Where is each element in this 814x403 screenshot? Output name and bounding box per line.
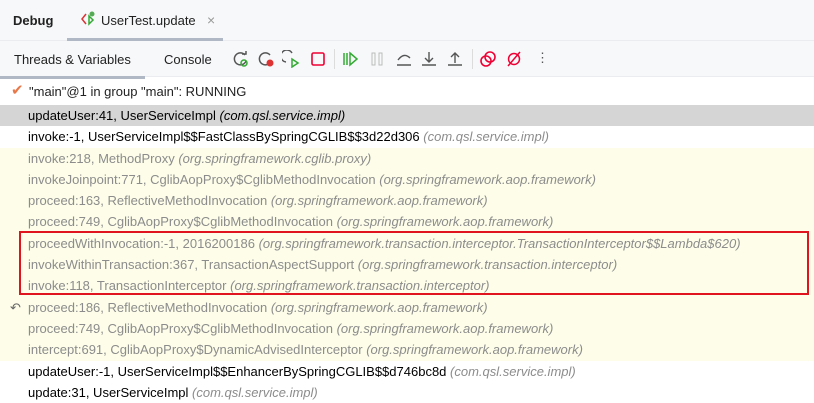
frame-package: (org.springframework.transaction.interce… [230, 278, 490, 294]
stack-frame[interactable]: invoke:218, MethodProxy (org.springframe… [0, 147, 814, 169]
stack-frame[interactable]: invoke:-1, UserServiceImpl$$FastClassByS… [0, 126, 814, 147]
frame-package: (org.springframework.cglib.proxy) [178, 150, 372, 166]
frame-package: (com.qsl.service.impl) [219, 108, 346, 123]
frame-method: proceed:749, CglibAopProxy$CglibMethodIn… [28, 320, 333, 336]
stop-icon[interactable] [309, 50, 327, 68]
junit-debug-icon [81, 11, 95, 26]
pause-icon[interactable] [368, 50, 386, 68]
rerun-icon[interactable] [232, 50, 250, 68]
stack-frame[interactable]: invoke:118, TransactionInterceptor (org.… [0, 275, 814, 297]
step-out-icon[interactable] [446, 50, 464, 68]
stack-frame[interactable]: updateUser:-1, UserServiceImpl$$Enhancer… [0, 361, 814, 382]
stack-frame[interactable]: updateUser:41, UserServiceImpl (com.qsl.… [0, 105, 814, 127]
frame-package: (org.springframework.aop.framework) [270, 299, 488, 315]
frame-package: (org.springframework.aop.framework) [379, 171, 596, 187]
stack-frames-list: updateUser:41, UserServiceImpl (com.qsl.… [0, 105, 814, 403]
toolbar-separator [334, 49, 335, 69]
drop-frame-icon[interactable]: ↶ [10, 297, 21, 318]
frame-package: (org.springframework.transaction.interce… [258, 235, 741, 251]
frame-method: update:31, UserServiceImpl [28, 384, 189, 400]
resume-icon[interactable] [341, 50, 359, 68]
stack-frame[interactable]: proceedWithInvocation:-1, 2016200186 (or… [0, 232, 814, 255]
step-into-icon[interactable] [420, 50, 438, 68]
rerun-auto-icon[interactable] [282, 50, 300, 68]
stack-frame[interactable]: invokeJoinpoint:771, CglibAopProxy$Cglib… [0, 168, 814, 191]
frame-package: (com.qsl.service.impl) [450, 363, 576, 379]
stack-frame[interactable]: ↶ proceed:186, ReflectiveMethodInvocation… [0, 296, 814, 318]
frame-method: proceedWithInvocation:-1, 2016200186 [28, 235, 255, 251]
frame-package: (org.springframework.transaction.interce… [357, 257, 618, 273]
frame-package: (org.springframework.aop.framework) [366, 342, 583, 358]
checkmark-icon: ✔ [11, 82, 24, 99]
more-options-icon[interactable]: ⋮ [536, 50, 549, 66]
view-breakpoints-icon[interactable] [479, 50, 497, 68]
frame-package: (com.qsl.service.impl) [192, 384, 318, 400]
frame-method: invoke:-1, UserServiceImpl$$FastClassByS… [28, 129, 420, 145]
tab-threads-variables[interactable]: Threads & Variables [0, 52, 145, 79]
debug-title: Debug [13, 13, 54, 28]
rerun-failed-icon[interactable] [257, 50, 275, 68]
tab-usertest-update[interactable]: UserTest.update × [67, 0, 223, 41]
frame-method: intercept:691, CglibAopProxy$DynamicAdvi… [28, 342, 363, 358]
frame-method: proceed:163, ReflectiveMethodInvocation [28, 193, 268, 209]
thread-status-text: "main"@1 in group "main": RUNNING [29, 84, 247, 99]
mute-breakpoints-icon[interactable] [505, 50, 523, 68]
frame-method: invoke:218, MethodProxy [28, 150, 175, 166]
frame-package: (org.springframework.aop.framework) [336, 214, 554, 230]
frame-package: (com.qsl.service.impl) [423, 129, 549, 145]
frame-method: invokeWithinTransaction:367, Transaction… [28, 257, 355, 273]
tab-console[interactable]: Console [164, 52, 212, 67]
frame-method: updateUser:41, UserServiceImpl [28, 108, 216, 123]
stack-frame[interactable]: invokeWithinTransaction:367, Transaction… [0, 254, 814, 276]
thread-status[interactable]: ✔ "main"@1 in group "main": RUNNING [0, 78, 814, 104]
toolbar-separator [472, 49, 473, 69]
frame-method: proceed:749, CglibAopProxy$CglibMethodIn… [28, 214, 333, 230]
stack-frame[interactable]: proceed:163, ReflectiveMethodInvocation … [0, 190, 814, 212]
frame-method: updateUser:-1, UserServiceImpl$$Enhancer… [28, 363, 447, 379]
frame-package: (org.springframework.aop.framework) [336, 320, 554, 336]
step-over-icon[interactable] [395, 50, 413, 68]
stack-frame[interactable]: intercept:691, CglibAopProxy$DynamicAdvi… [0, 339, 814, 361]
stack-frame[interactable]: proceed:749, CglibAopProxy$CglibMethodIn… [0, 211, 814, 233]
stack-frame[interactable]: update:31, UserServiceImpl (com.qsl.serv… [0, 382, 814, 403]
frame-method: invoke:118, TransactionInterceptor [28, 278, 227, 294]
debug-tab-bar: Debug UserTest.update × [0, 0, 814, 41]
stack-frame[interactable]: proceed:749, CglibAopProxy$CglibMethodIn… [0, 317, 814, 340]
tab-label: UserTest.update [101, 13, 196, 28]
debug-toolbar: Threads & Variables Console ⋮ [0, 41, 814, 79]
close-icon[interactable]: × [207, 12, 215, 28]
frame-package: (org.springframework.aop.framework) [270, 193, 488, 209]
frame-method: invokeJoinpoint:771, CglibAopProxy$Cglib… [28, 171, 376, 187]
frame-method: proceed:186, ReflectiveMethodInvocation [28, 299, 268, 315]
